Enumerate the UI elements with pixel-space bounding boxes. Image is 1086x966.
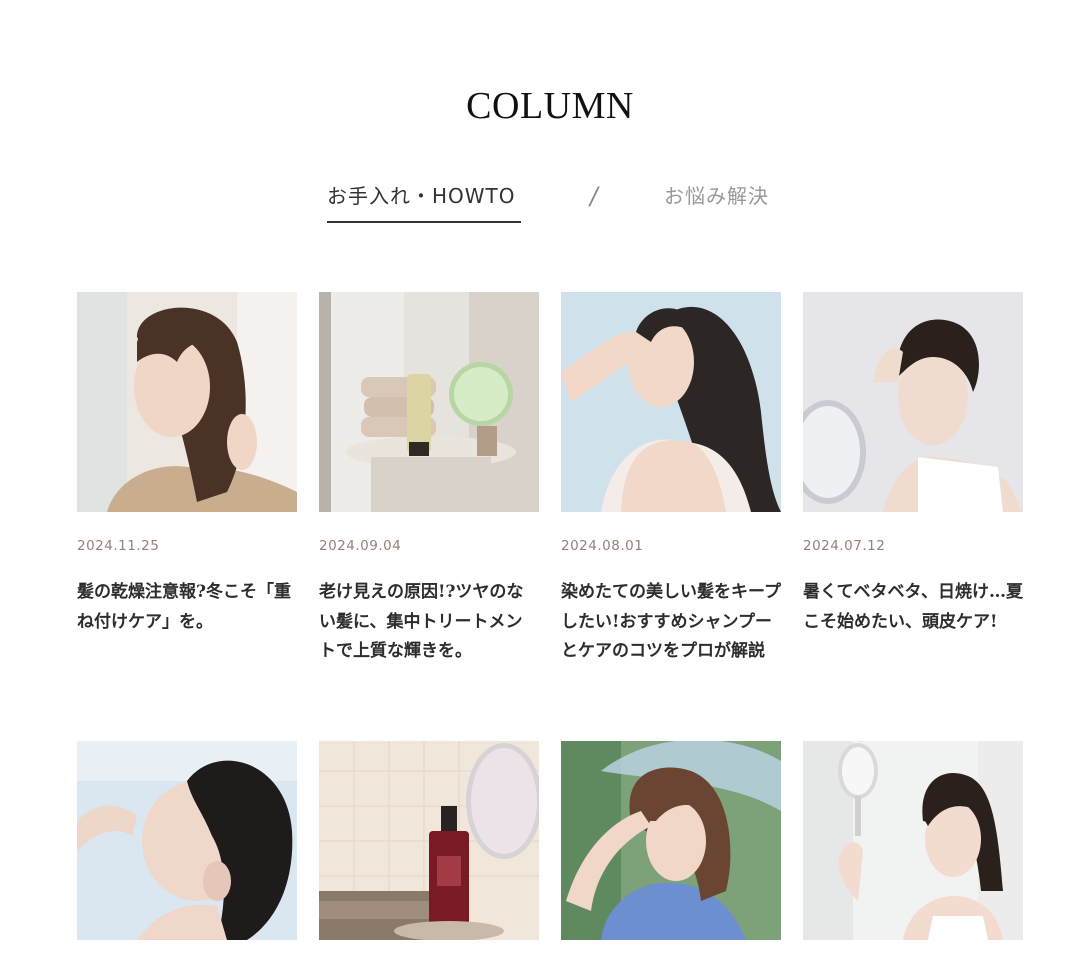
article-thumbnail[interactable] — [319, 292, 539, 512]
article-thumbnail[interactable] — [561, 292, 781, 512]
article-card[interactable] — [803, 741, 1023, 966]
article-date: 2024.08.01 — [561, 538, 644, 554]
article-title[interactable]: 老け見えの原因!?ツヤのない髪に、集中トリートメントで上質な輝きを。 — [319, 578, 539, 667]
article-card[interactable] — [77, 741, 297, 966]
column-tabs: お手入れ・HOWTO / お悩み解決 — [0, 180, 1086, 230]
article-thumbnail[interactable] — [319, 741, 539, 940]
article-date: 2024.09.04 — [319, 538, 402, 554]
article-date: 2024.07.12 — [803, 538, 886, 554]
article-title[interactable]: 染めたての美しい髪をキープしたい!おすすめシャンプーとケアのコツをプロが解説 — [561, 578, 781, 667]
article-card[interactable] — [319, 741, 539, 966]
article-title[interactable]: 髪の乾燥注意報?冬こそ「重ね付けケア」を。 — [77, 578, 297, 637]
section-title: COLUMN — [466, 85, 634, 127]
article-thumbnail[interactable] — [803, 292, 1023, 512]
article-card[interactable]: 2024.11.25 髪の乾燥注意報?冬こそ「重ね付けケア」を。 — [77, 292, 297, 637]
article-date: 2024.11.25 — [77, 538, 160, 554]
tab-concerns[interactable]: お悩み解決 — [664, 180, 769, 209]
article-thumbnail[interactable] — [77, 741, 297, 940]
article-thumbnail[interactable] — [803, 741, 1023, 940]
article-card[interactable]: 2024.07.12 暑くてベタベタ、日焼け…夏こそ始めたい、頭皮ケア! — [803, 292, 1023, 637]
tab-separator: / — [587, 182, 601, 210]
article-thumbnail[interactable] — [77, 292, 297, 512]
tab-howto[interactable]: お手入れ・HOWTO — [327, 180, 521, 223]
article-card[interactable]: 2024.09.04 老け見えの原因!?ツヤのない髪に、集中トリートメントで上質… — [319, 292, 539, 667]
article-title[interactable]: 暑くてベタベタ、日焼け…夏こそ始めたい、頭皮ケア! — [803, 578, 1023, 637]
article-thumbnail[interactable] — [561, 741, 781, 940]
article-card[interactable]: 2024.08.01 染めたての美しい髪をキープしたい!おすすめシャンプーとケア… — [561, 292, 781, 667]
article-card[interactable] — [561, 741, 781, 966]
